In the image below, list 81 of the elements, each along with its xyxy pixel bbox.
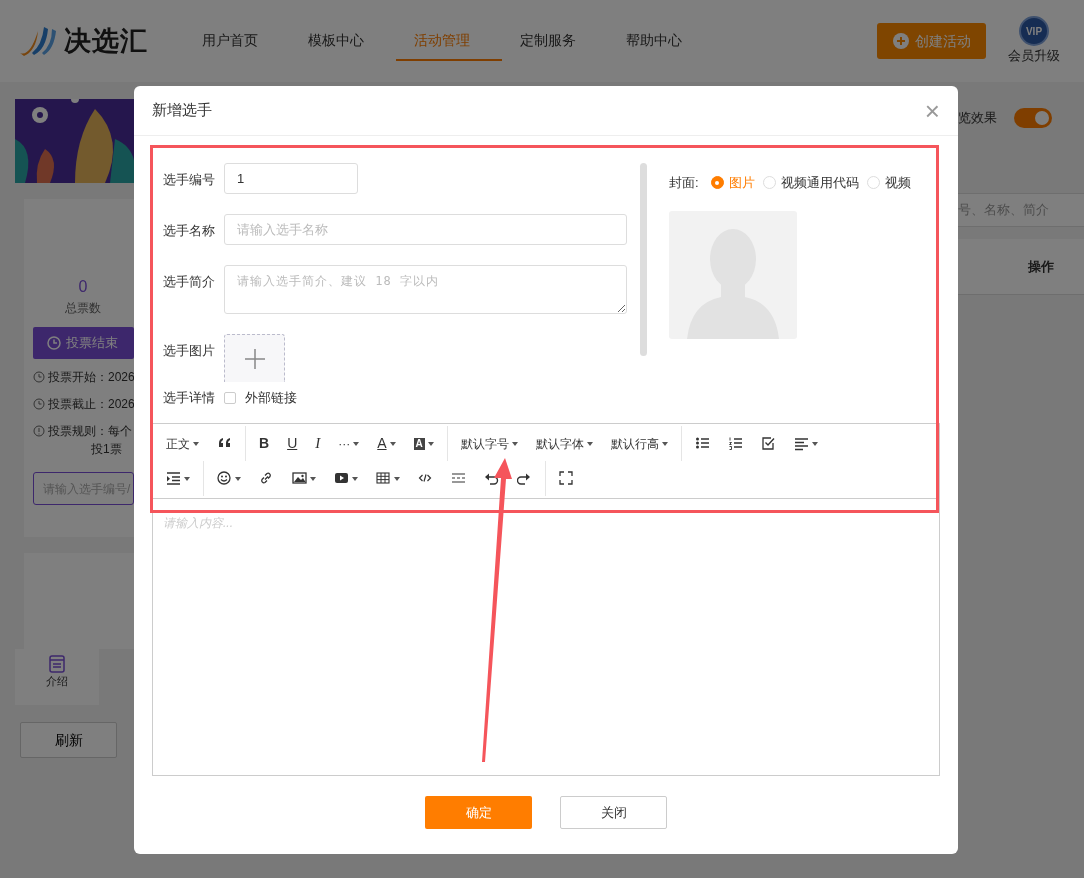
close-button[interactable]: 关闭 [560, 796, 667, 829]
refresh-button[interactable]: 刷新 [20, 722, 117, 758]
input-field[interactable]: 1 [224, 163, 358, 194]
caret-icon [511, 441, 518, 446]
caret-icon [389, 441, 396, 446]
caret-icon [352, 476, 358, 481]
clock-icon [33, 371, 45, 383]
toggle-switch[interactable] [1014, 108, 1052, 128]
checkbox-icon [760, 436, 776, 451]
clock-icon [33, 398, 45, 410]
caret-icon [586, 441, 593, 446]
caret-icon [811, 441, 818, 446]
scrollbar[interactable] [640, 163, 647, 356]
caret-icon [193, 441, 199, 446]
vip-label[interactable]: 会员升级 [1008, 46, 1060, 66]
field-label: 选手图片 [163, 342, 216, 360]
nav-label[interactable]: 介绍 [46, 673, 68, 690]
caret-icon [235, 476, 241, 481]
logo-text: 决选汇 [64, 24, 148, 58]
preview-label: 览效果 [958, 109, 997, 128]
link-icon [259, 471, 274, 486]
info-icon [33, 425, 45, 437]
undo-icon [484, 471, 499, 486]
toolbar-button[interactable]: U [278, 428, 307, 459]
image-icon [292, 471, 307, 486]
close-button[interactable]: × [924, 97, 940, 124]
fullscreen-icon [559, 471, 574, 486]
input-field[interactable]: 请输入选手简介、建议 18 字以内 [224, 265, 627, 314]
caret-icon [184, 476, 190, 481]
caret-icon [394, 476, 400, 481]
nav-tab[interactable]: 用户首页 [184, 21, 290, 61]
toolbar-dropdown[interactable]: 默认字体 [526, 428, 602, 459]
radio-option[interactable]: 图片 [710, 173, 759, 193]
caret-icon [427, 441, 434, 446]
info-text: 投票截止：2026 [48, 396, 135, 413]
dialog-title: 新增选手 [152, 100, 212, 121]
nav-tab[interactable]: 模板中心 [290, 21, 396, 61]
divider-icon [451, 471, 466, 486]
info-text: 投1票 [90, 441, 123, 458]
redo-icon [517, 471, 532, 486]
table-icon [376, 471, 391, 486]
plus-icon [243, 347, 266, 370]
field-label: 选手名称 [163, 222, 216, 240]
caret-icon [661, 441, 668, 446]
info-text: 投票开始：2026 [48, 369, 135, 386]
toolbar-dropdown[interactable]: 默认行高 [601, 428, 677, 459]
field-label: 选手详情 [163, 389, 216, 407]
toolbar-button[interactable]: ··· [329, 428, 369, 459]
numbered-list-icon [727, 436, 743, 451]
toolbar-button[interactable]: A [404, 428, 443, 459]
toolbar-dropdown[interactable]: 默认字号 [451, 428, 527, 459]
caret-icon [310, 476, 316, 481]
status-button[interactable]: 投票结束 [33, 327, 134, 359]
vote-count: 0 [77, 277, 89, 297]
vip-badge[interactable]: VIP [1019, 16, 1049, 47]
clock-icon [47, 336, 61, 350]
toolbar-button[interactable]: A [368, 428, 405, 459]
smiley-icon [217, 471, 232, 486]
document-icon[interactable] [49, 655, 65, 673]
toolbar-button[interactable]: B [250, 428, 279, 459]
toolbar-button[interactable]: I [306, 428, 330, 459]
cover-label: 封面: [669, 174, 699, 192]
nav-tab[interactable]: 定制服务 [502, 21, 608, 61]
vote-count-label: 总票数 [64, 300, 102, 317]
bullet-list-icon [694, 436, 710, 451]
align-left-icon [793, 436, 809, 451]
input-field[interactable]: 请输入选手名称 [224, 214, 627, 245]
caret-icon [353, 441, 360, 446]
field-label: 选手简介 [163, 273, 216, 291]
field-label: 选手编号 [163, 171, 216, 189]
info-text: 投票规则：每个 [48, 423, 132, 440]
plus-circle-icon [892, 33, 909, 49]
indent-icon [166, 471, 181, 486]
column-header: 操作 [1028, 257, 1054, 276]
radio-option[interactable]: 视频 [866, 173, 915, 193]
checkbox-label[interactable]: 外部链接 [245, 388, 297, 408]
checkbox[interactable] [224, 391, 236, 404]
toolbar-dropdown[interactable]: 正文 [157, 428, 208, 459]
video-icon [334, 471, 349, 486]
radio-option[interactable]: 视频通用代码 [762, 173, 863, 193]
nav-tab[interactable]: 帮助中心 [608, 21, 714, 61]
